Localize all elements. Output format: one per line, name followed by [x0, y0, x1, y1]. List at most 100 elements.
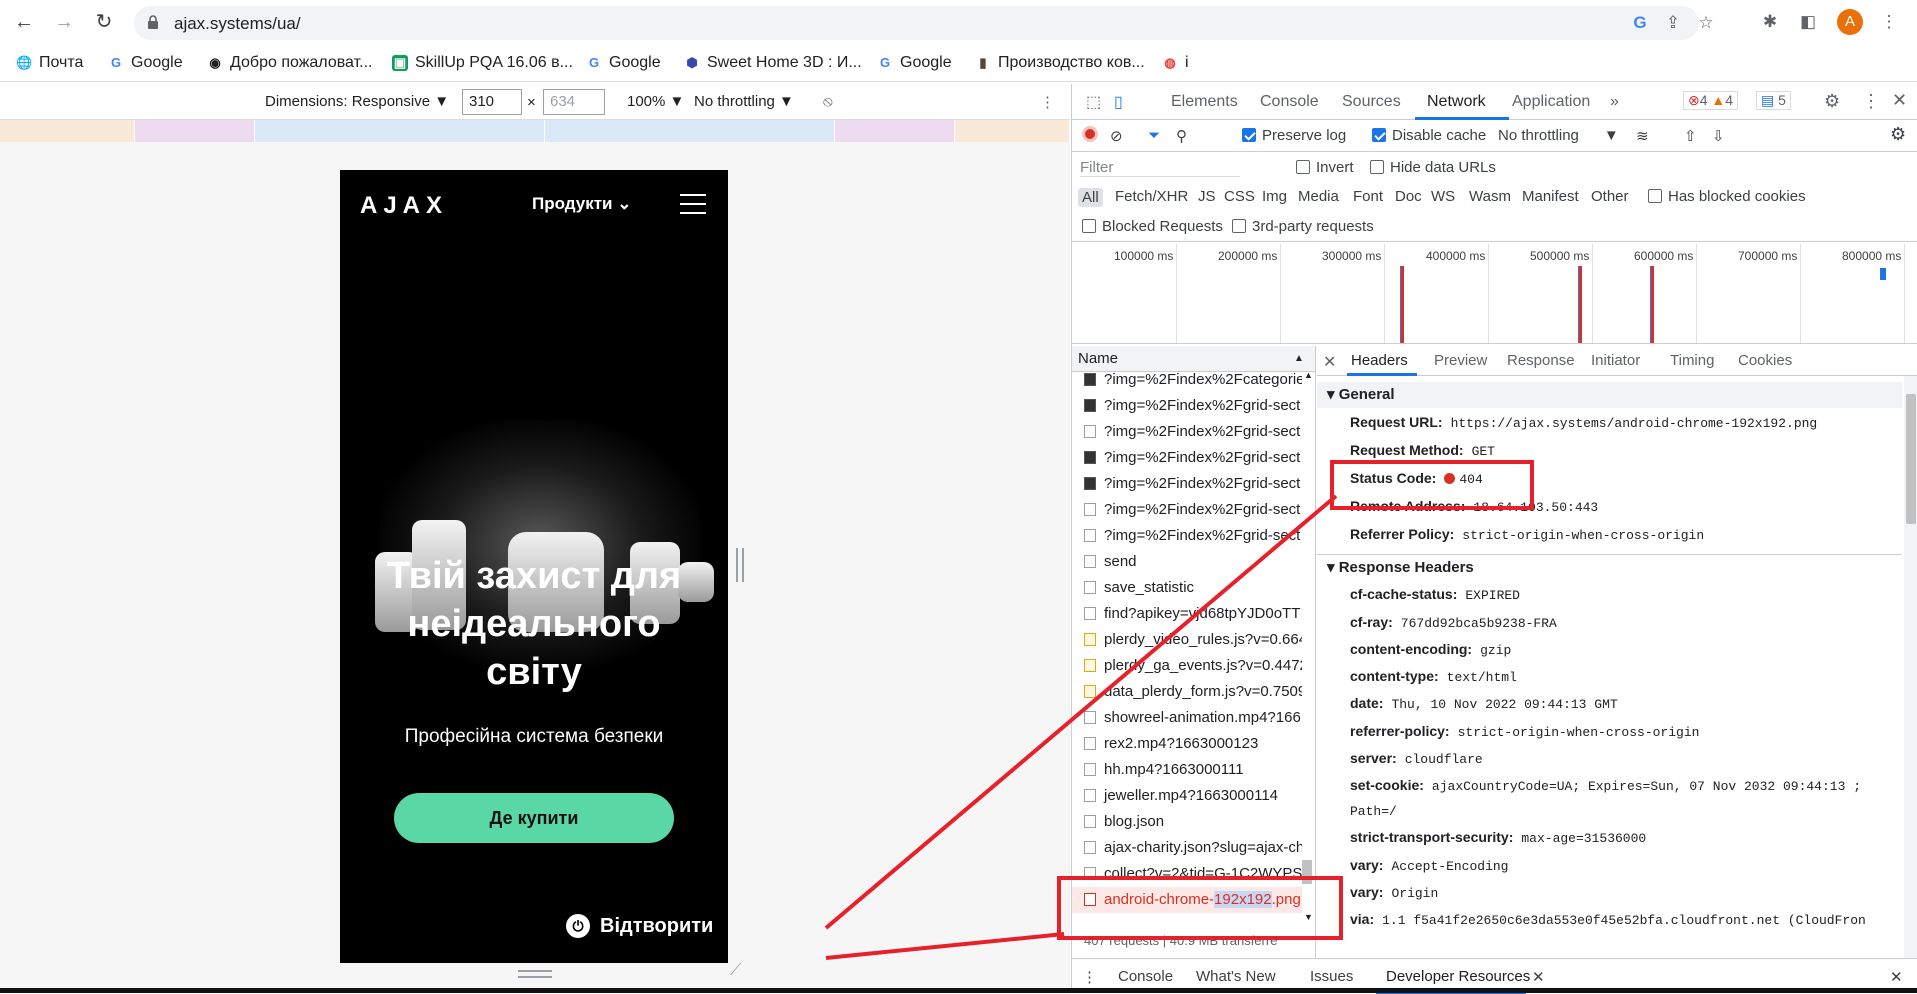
network-overview-timeline[interactable]: 100000 ms 200000 ms 300000 ms 400000 ms …	[1072, 244, 1917, 344]
disable-cache-checkbox[interactable]: Disable cache	[1372, 127, 1486, 144]
search-icon[interactable]: ⚲	[1176, 127, 1187, 145]
request-row[interactable]: plerdy_video_rules.js?v=0.664	[1072, 627, 1302, 653]
type-img[interactable]: Img	[1262, 188, 1287, 205]
type-media[interactable]: Media	[1298, 188, 1339, 205]
drawer-tab-issues[interactable]: Issues	[1310, 968, 1353, 985]
bookmark-item[interactable]: G Google	[108, 53, 183, 73]
type-js[interactable]: JS	[1198, 188, 1216, 205]
rotate-icon[interactable]: ⦸	[823, 93, 833, 110]
tab-application[interactable]: Application	[1512, 93, 1590, 111]
settings-gear-icon[interactable]: ⚙	[1824, 91, 1840, 112]
request-row[interactable]: hh.mp4?1663000111	[1072, 757, 1302, 783]
device-toggle-icon[interactable]: ▯	[1114, 92, 1123, 112]
inspect-icon[interactable]: ⬚	[1086, 92, 1101, 112]
request-row[interactable]: ajax-charity.json?slug=ajax-ch	[1072, 835, 1302, 861]
forward-icon[interactable]: →	[52, 10, 76, 34]
close-drawer-icon[interactable]: ✕	[1890, 968, 1903, 986]
bookmark-item[interactable]: ▮ Производство ков...	[975, 53, 1144, 73]
request-row[interactable]: data_plerdy_form.js?v=0.7509	[1072, 679, 1302, 705]
blocked-requests-checkbox[interactable]: Blocked Requests	[1082, 218, 1223, 235]
tab-initiator[interactable]: Initiator	[1591, 352, 1640, 369]
drawer-tab-console[interactable]: Console	[1118, 968, 1173, 985]
bookmark-item[interactable]: ◉ Добро пожаловат...	[207, 53, 372, 73]
bookmark-item[interactable]: 🌐 Почта	[16, 53, 83, 73]
type-wasm[interactable]: Wasm	[1469, 188, 1511, 205]
request-row[interactable]: collect?v=2&tid=G-1C2WYPS	[1072, 861, 1302, 887]
extensions-icon[interactable]: ✱	[1761, 13, 1779, 31]
network-throttle-select[interactable]: No throttling ▼	[1498, 127, 1619, 144]
dimensions-select[interactable]: Dimensions: Responsive ▼	[265, 93, 449, 110]
star-icon[interactable]: ☆	[1697, 14, 1715, 32]
type-other[interactable]: Other	[1591, 188, 1629, 205]
tab-sources[interactable]: Sources	[1342, 93, 1401, 111]
kebab-menu-icon[interactable]: ⋮	[1880, 13, 1898, 31]
side-panel-icon[interactable]: ◧	[1799, 13, 1817, 31]
issues-counter[interactable]: ⊗4 ▲4	[1683, 91, 1739, 110]
avatar[interactable]: A	[1837, 9, 1863, 35]
throttle-select[interactable]: No throttling ▼	[694, 93, 794, 110]
invert-checkbox[interactable]: Invert	[1296, 159, 1354, 176]
type-doc[interactable]: Doc	[1395, 188, 1422, 205]
bookmark-item[interactable]: ▣ SkillUp PQA 16.06 в...	[392, 53, 573, 73]
hide-data-urls-checkbox[interactable]: Hide data URLs	[1370, 159, 1496, 176]
type-all[interactable]: All	[1078, 188, 1103, 207]
export-har-icon[interactable]: ⇩	[1712, 127, 1725, 145]
request-row[interactable]: ?img=%2Findex%2Fcategorie	[1072, 367, 1302, 393]
tab-headers[interactable]: Headers	[1351, 352, 1408, 369]
close-drawer-tab-icon[interactable]: ✕	[1532, 968, 1545, 986]
tab-response[interactable]: Response	[1507, 352, 1575, 369]
type-ws[interactable]: WS	[1431, 188, 1455, 205]
bookmark-item[interactable]: ⬢ Sweet Home 3D : И...	[684, 53, 861, 73]
record-icon[interactable]	[1082, 126, 1098, 146]
resize-handle-right[interactable]	[736, 548, 744, 582]
type-css[interactable]: CSS	[1224, 188, 1255, 205]
request-row[interactable]: ?img=%2Findex%2Fgrid-sect	[1072, 393, 1302, 419]
import-har-icon[interactable]: ⇧	[1684, 127, 1697, 145]
filter-input[interactable]: Filter	[1080, 159, 1240, 177]
request-row[interactable]: ?img=%2Findex%2Fgrid-sect	[1072, 445, 1302, 471]
request-row[interactable]: plerdy_ga_events.js?v=0.4472	[1072, 653, 1302, 679]
request-row[interactable]: blog.json	[1072, 809, 1302, 835]
type-manifest[interactable]: Manifest	[1522, 188, 1579, 205]
scroll-down-icon[interactable]: ▼	[1304, 912, 1313, 922]
request-row[interactable]: ?img=%2Findex%2Fgrid-sect	[1072, 497, 1302, 523]
request-row[interactable]: send	[1072, 549, 1302, 575]
general-section-header[interactable]: ▾ General	[1317, 382, 1902, 408]
resize-handle-bottom[interactable]	[518, 970, 552, 978]
request-list-scrollbar[interactable]: ▲ ▼	[1300, 370, 1314, 928]
request-row[interactable]: showreel-animation.mp4?166	[1072, 705, 1302, 731]
third-party-checkbox[interactable]: 3rd-party requests	[1232, 218, 1374, 235]
google-lens-icon[interactable]: G	[1631, 14, 1649, 32]
height-input[interactable]: 634	[543, 89, 605, 115]
request-row[interactable]: ?img=%2Findex%2Fgrid-sect	[1072, 523, 1302, 549]
messages-counter[interactable]: ▤ 5	[1756, 91, 1791, 110]
devtools-menu-icon[interactable]: ⋮	[1862, 91, 1880, 112]
device-more-icon[interactable]: ⋮	[1040, 93, 1055, 111]
response-headers-section-header[interactable]: ▾ Response Headers	[1317, 554, 1902, 580]
where-to-buy-button[interactable]: Де купити	[394, 793, 674, 843]
scroll-up-icon[interactable]: ▲	[1304, 370, 1313, 380]
back-icon[interactable]: ←	[12, 10, 36, 34]
resize-corner-icon[interactable]: ⟋	[730, 962, 741, 980]
request-row[interactable]: ?img=%2Findex%2Fgrid-sect	[1072, 419, 1302, 445]
address-bar[interactable]: ajax.systems/ua/ G ⇪ ☆	[134, 6, 1714, 40]
close-details-icon[interactable]: ✕	[1323, 352, 1336, 372]
ajax-logo[interactable]: AJAX	[360, 192, 448, 220]
network-settings-icon[interactable]: ⚙	[1890, 124, 1906, 145]
width-input[interactable]: 310	[462, 89, 522, 115]
bookmark-item[interactable]: G Google	[586, 53, 661, 73]
reload-icon[interactable]: ↻	[92, 10, 116, 34]
drawer-tab-developer-resources[interactable]: Developer Resources	[1386, 968, 1530, 985]
media-query-ruler[interactable]	[0, 120, 1070, 142]
type-fetch-xhr[interactable]: Fetch/XHR	[1115, 188, 1188, 205]
tab-timing[interactable]: Timing	[1670, 352, 1714, 369]
scroll-thumb[interactable]	[1302, 860, 1312, 884]
preserve-log-checkbox[interactable]: Preserve log	[1242, 127, 1346, 144]
tab-elements[interactable]: Elements	[1171, 93, 1238, 111]
hamburger-menu-icon[interactable]	[680, 194, 706, 214]
network-conditions-icon[interactable]: ≋	[1636, 127, 1649, 145]
bookmark-item[interactable]: G Google	[877, 53, 952, 73]
request-row[interactable]: jeweller.mp4?1663000114	[1072, 783, 1302, 809]
filter-icon[interactable]: ⏷	[1148, 127, 1160, 144]
share-icon[interactable]: ⇪	[1664, 14, 1682, 32]
